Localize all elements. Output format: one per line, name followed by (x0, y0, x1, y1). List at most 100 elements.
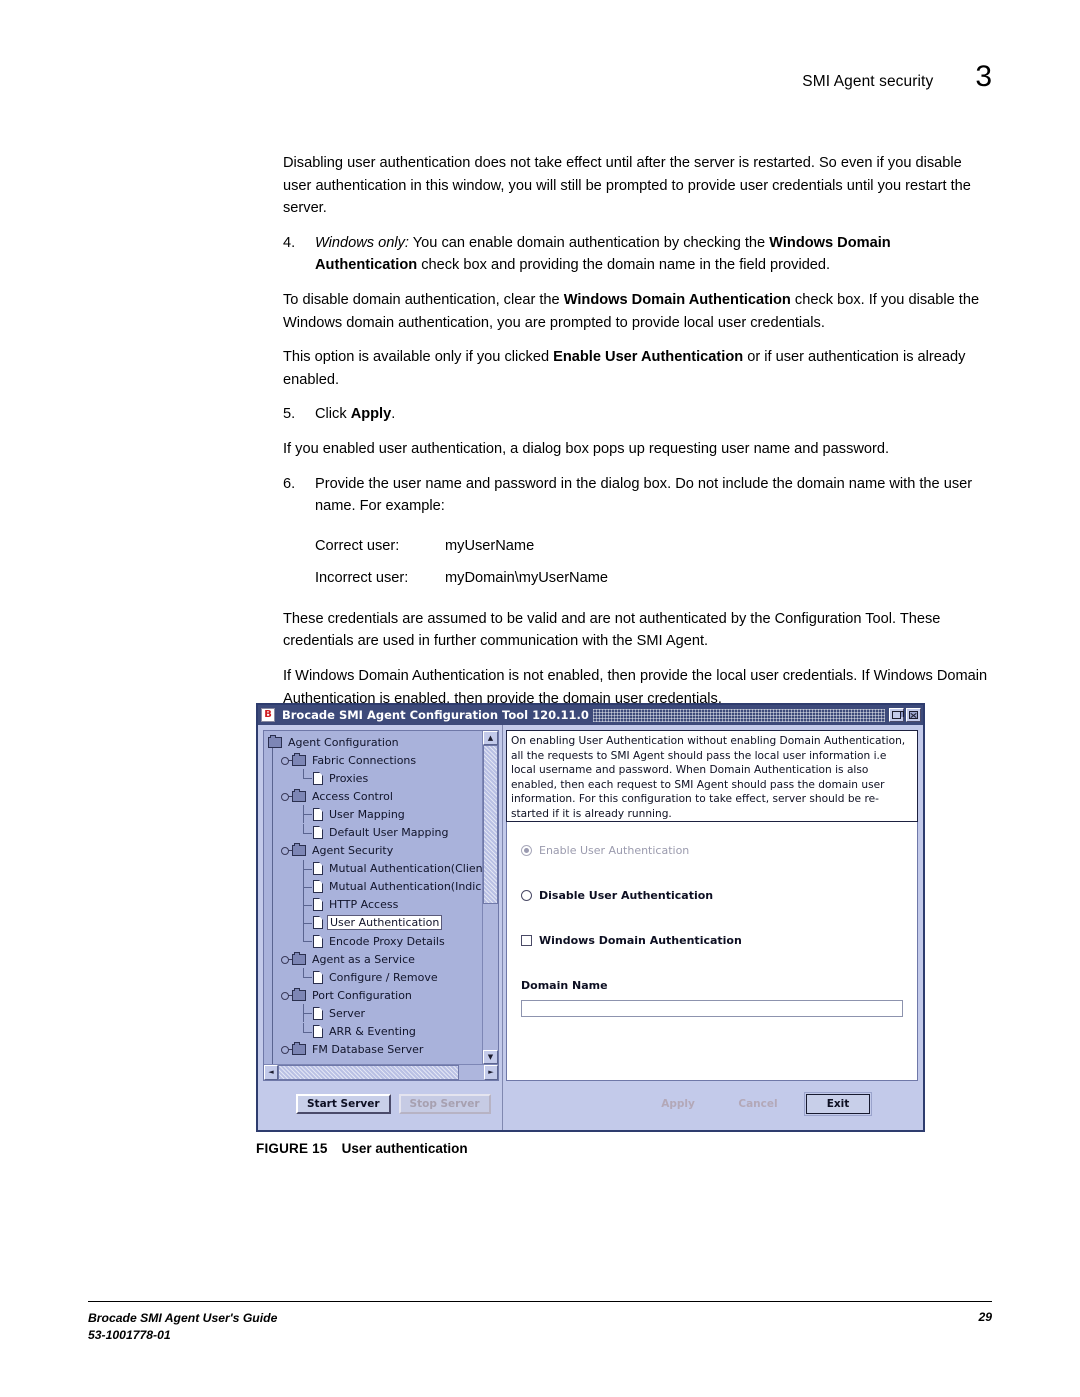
tree-item-encode-proxy-details[interactable]: Encode Proxy Details (266, 932, 482, 950)
window-title: Brocade SMI Agent Configuration Tool 120… (282, 708, 589, 722)
document-icon (313, 1025, 323, 1039)
step-5-text: Click Apply. (315, 403, 991, 426)
stop-server-button: Stop Server (398, 1094, 491, 1114)
server-button-bar: Start Server Stop Server (263, 1081, 499, 1127)
step-5: 5. Click Apply. (283, 403, 991, 426)
step-4: 4. Windows only: You can enable domain a… (283, 232, 991, 277)
expand-collapse-icon[interactable] (280, 755, 292, 766)
tree-item-default-user-mapping[interactable]: Default User Mapping (266, 823, 482, 841)
tree-item-arr-eventing[interactable]: ARR & Eventing (266, 1022, 482, 1041)
tree-item-access-control[interactable]: Access Control (266, 787, 482, 805)
windows-domain-authentication-checkbox[interactable] (521, 935, 532, 946)
tree-item-agent-as-a-service[interactable]: Agent as a Service (266, 950, 482, 968)
tree-item-user-mapping[interactable]: User Mapping (266, 805, 482, 824)
tree-item-user-authentication[interactable]: User Authentication (266, 913, 482, 932)
document-icon (313, 826, 323, 840)
folder-icon (292, 843, 306, 857)
body-column: Disabling user authentication does not t… (283, 152, 991, 722)
scroll-down-icon[interactable]: ▼ (483, 1050, 498, 1064)
app-window: B Brocade SMI Agent Configuration Tool 1… (256, 703, 925, 1132)
expand-collapse-icon[interactable] (280, 845, 292, 856)
tree-item-mutual-authentication-indication[interactable]: Mutual Authentication(Indication) (266, 877, 482, 896)
tree-item-proxies[interactable]: Proxies (266, 769, 482, 787)
document-icon (313, 880, 323, 894)
titlebar-texture (592, 708, 885, 722)
expand-collapse-icon[interactable] (280, 1044, 292, 1055)
restore-window-icon[interactable] (889, 708, 904, 722)
example-value: myUserName (445, 537, 535, 554)
domain-name-label: Domain Name (521, 979, 608, 992)
tree-item-label: Access Control (312, 789, 393, 803)
step-6: 6. Provide the user name and password in… (283, 473, 991, 518)
document-icon (313, 898, 323, 912)
cancel-button: Cancel (726, 1094, 790, 1114)
windows-domain-authentication-row[interactable]: Windows Domain Authentication (521, 934, 903, 947)
tree-item-label: Agent as a Service (312, 952, 415, 966)
footer-guide-title: Brocade SMI Agent User's Guide (88, 1311, 278, 1325)
tree-item-mutual-authentication-client[interactable]: Mutual Authentication(Client) (266, 859, 482, 878)
tree-item-label: ARR & Eventing (329, 1025, 416, 1039)
enable-user-authentication-radio (521, 845, 532, 856)
folder-icon (292, 1042, 306, 1056)
disable-user-authentication-radio[interactable] (521, 890, 532, 901)
tree-horizontal-scrollbar[interactable]: ◄ ► (264, 1064, 498, 1080)
document-icon (313, 916, 323, 930)
example-row: Correct user: myUserName (315, 530, 991, 562)
scroll-left-icon[interactable]: ◄ (264, 1065, 278, 1080)
window-body: Agent Configuration Fabric Connections P… (258, 725, 923, 1130)
option-bold-a: Enable User Authentication (553, 349, 744, 366)
tree-item-agent-security[interactable]: Agent Security (266, 842, 482, 860)
example-list: Correct user: myUserName Incorrect user:… (315, 530, 991, 594)
tree-item-label: Fabric Connections (312, 753, 417, 767)
tree-item-label: Encode Proxy Details (329, 934, 445, 948)
tree-item-http-access[interactable]: HTTP Access (266, 895, 482, 914)
figure-screenshot: B Brocade SMI Agent Configuration Tool 1… (256, 703, 925, 1132)
navigation-tree[interactable]: Agent Configuration Fabric Connections P… (263, 730, 499, 1081)
tree-row-area: Agent Configuration Fabric Connections P… (264, 731, 498, 1064)
tree-item-fm-database-server[interactable]: FM Database Server (266, 1041, 482, 1059)
domain-name-input[interactable] (521, 1000, 903, 1017)
tree-branch-icon (300, 1022, 313, 1041)
start-server-button[interactable]: Start Server (296, 1094, 391, 1114)
tree-branch-icon (300, 932, 313, 950)
hscroll-track[interactable] (278, 1065, 484, 1080)
tree-item-label: Proxies (329, 771, 369, 785)
enable-user-authentication-label: Enable User Authentication (539, 844, 690, 857)
disable-user-authentication-row[interactable]: Disable User Authentication (521, 889, 903, 902)
tree-branch-icon (300, 968, 313, 986)
example-value: myDomain\myUserName (445, 569, 608, 586)
window-titlebar: B Brocade SMI Agent Configuration Tool 1… (258, 705, 923, 725)
tree-vertical-scrollbar[interactable]: ▲ ▼ (482, 731, 498, 1064)
tree-item-agent-configuration[interactable]: Agent Configuration (266, 733, 482, 751)
tree-item-label: Port Configuration (312, 988, 412, 1002)
tree-item-label: HTTP Access (329, 898, 399, 912)
vscroll-thumb[interactable] (483, 745, 498, 904)
disable-user-authentication-label: Disable User Authentication (539, 889, 714, 902)
scroll-up-icon[interactable]: ▲ (483, 731, 498, 745)
windows-domain-authentication-label: Windows Domain Authentication (539, 934, 742, 947)
tree-branch-icon (300, 895, 313, 914)
tree-item-label: Mutual Authentication(Indication) (329, 880, 482, 894)
step-4-number: 4. (283, 234, 296, 251)
tree-branch-icon (300, 805, 313, 824)
tree-item-fabric-connections[interactable]: Fabric Connections (266, 751, 482, 769)
tree-item-configure-remove[interactable]: Configure / Remove (266, 968, 482, 986)
step-4-italic-lead: Windows only: (315, 234, 409, 251)
expand-collapse-icon[interactable] (280, 990, 292, 1001)
action-button-bar: Apply Cancel Exit (506, 1081, 918, 1127)
hscroll-thumb[interactable] (278, 1065, 460, 1080)
document-icon (313, 934, 323, 948)
vscroll-track[interactable] (483, 745, 498, 1050)
document-icon (313, 862, 323, 876)
expand-collapse-icon[interactable] (280, 954, 292, 965)
scroll-right-icon[interactable]: ► (484, 1065, 498, 1080)
option-text-a: This option is available only if you cli… (283, 349, 554, 366)
exit-button[interactable]: Exit (804, 1092, 872, 1116)
page-footer: Brocade SMI Agent User's Guide 53-100177… (88, 1310, 992, 1344)
tree-branch-icon (300, 913, 313, 932)
tree-item-port-configuration[interactable]: Port Configuration (266, 986, 482, 1004)
close-window-icon[interactable] (906, 708, 921, 722)
disable-text-a: To disable domain authentication, clear … (283, 291, 564, 308)
expand-collapse-icon[interactable] (280, 791, 292, 802)
tree-item-server[interactable]: Server (266, 1004, 482, 1023)
